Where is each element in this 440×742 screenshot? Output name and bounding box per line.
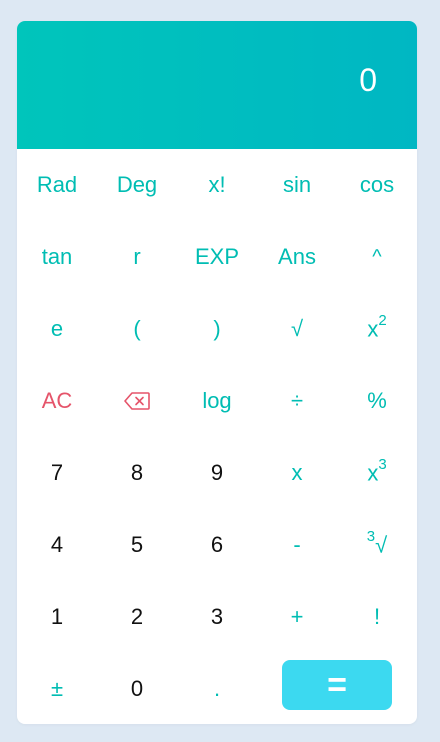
left-paren-button[interactable]: ( (97, 293, 177, 365)
log-button[interactable]: log (177, 365, 257, 437)
digit-2-button[interactable]: 2 (97, 581, 177, 653)
digit-8-label: 8 (130, 460, 144, 485)
decimal-point-label: . (213, 676, 221, 701)
sin-label: sin (282, 172, 312, 197)
plus-button[interactable]: + (257, 581, 337, 653)
plus-minus-label: ± (50, 676, 64, 701)
digit-3-button[interactable]: 3 (177, 581, 257, 653)
euler-label: e (50, 316, 64, 341)
percent-label: % (367, 388, 387, 413)
exp-button[interactable]: EXP (177, 221, 257, 293)
digit-6-label: 6 (210, 532, 224, 557)
digit-0-label: 0 (130, 676, 144, 701)
exclamation-button[interactable]: ! (337, 581, 417, 653)
r-label: r (133, 244, 141, 269)
ans-label: Ans (278, 244, 316, 269)
backspace-icon (124, 392, 150, 410)
sin-button[interactable]: sin (257, 149, 337, 221)
rad-label: Rad (36, 172, 78, 197)
left-paren-label: ( (133, 316, 141, 341)
minus-label: - (293, 532, 301, 557)
square-exponent: 2 (378, 312, 387, 330)
square-base: x (367, 316, 379, 342)
divide-button[interactable]: ÷ (257, 365, 337, 437)
equals-button[interactable]: = (282, 660, 392, 710)
cube-root-symbol: √ (375, 532, 388, 558)
digit-5-button[interactable]: 5 (97, 509, 177, 581)
digit-5-label: 5 (130, 532, 144, 557)
ans-button[interactable]: Ans (257, 221, 337, 293)
factorial-function-button[interactable]: x! (177, 149, 257, 221)
cube-label: x3 (367, 456, 387, 486)
digit-8-button[interactable]: 8 (97, 437, 177, 509)
cube-root-button[interactable]: 3√ (337, 509, 417, 581)
cos-label: cos (359, 172, 395, 197)
r-button[interactable]: r (97, 221, 177, 293)
multiply-label: x (291, 460, 303, 485)
power-button[interactable]: ^ (337, 221, 417, 293)
cube-base: x (367, 460, 379, 486)
calculator: 0 Rad Deg x! sin cos tan r EXP Ans ^ e (… (17, 21, 417, 724)
log-label: log (202, 388, 232, 413)
digit-4-label: 4 (50, 532, 64, 557)
digit-4-button[interactable]: 4 (17, 509, 97, 581)
digit-7-label: 7 (50, 460, 64, 485)
square-label: x2 (367, 312, 387, 342)
euler-button[interactable]: e (17, 293, 97, 365)
percent-button[interactable]: % (337, 365, 417, 437)
minus-button[interactable]: - (257, 509, 337, 581)
deg-label: Deg (116, 172, 158, 197)
cos-button[interactable]: cos (337, 149, 417, 221)
divide-label: ÷ (290, 388, 304, 413)
right-paren-label: ) (213, 316, 221, 341)
digit-2-label: 2 (130, 604, 144, 629)
plus-label: + (290, 604, 304, 629)
cube-root-label: 3√ (366, 528, 388, 558)
tan-label: tan (41, 244, 73, 269)
digit-9-button[interactable]: 9 (177, 437, 257, 509)
digit-1-label: 1 (50, 604, 64, 629)
backspace-button[interactable] (97, 365, 177, 437)
digit-7-button[interactable]: 7 (17, 437, 97, 509)
equals-cell: = (257, 649, 417, 721)
digit-9-label: 9 (210, 460, 224, 485)
deg-button[interactable]: Deg (97, 149, 177, 221)
digit-3-label: 3 (210, 604, 224, 629)
cube-button[interactable]: x3 (337, 437, 417, 509)
display-value: 0 (359, 62, 377, 98)
sqrt-label: √ (290, 316, 304, 341)
all-clear-label: AC (41, 388, 73, 413)
decimal-point-button[interactable]: . (177, 653, 257, 724)
tan-button[interactable]: tan (17, 221, 97, 293)
all-clear-button[interactable]: AC (17, 365, 97, 437)
rad-button[interactable]: Rad (17, 149, 97, 221)
multiply-button[interactable]: x (257, 437, 337, 509)
digit-1-button[interactable]: 1 (17, 581, 97, 653)
plus-minus-button[interactable]: ± (17, 653, 97, 724)
square-button[interactable]: x2 (337, 293, 417, 365)
factorial-function-label: x! (208, 172, 226, 197)
display-panel: 0 (17, 21, 417, 149)
digit-6-button[interactable]: 6 (177, 509, 257, 581)
equals-label: = (327, 666, 347, 704)
keypad: Rad Deg x! sin cos tan r EXP Ans ^ e ( )… (17, 149, 417, 724)
right-paren-button[interactable]: ) (177, 293, 257, 365)
cube-exponent: 3 (378, 456, 387, 474)
exclamation-label: ! (373, 604, 381, 629)
exp-label: EXP (194, 244, 240, 269)
cube-root-index: 3 (366, 528, 376, 546)
digit-0-button[interactable]: 0 (97, 653, 177, 724)
sqrt-button[interactable]: √ (257, 293, 337, 365)
power-label: ^ (372, 245, 382, 268)
